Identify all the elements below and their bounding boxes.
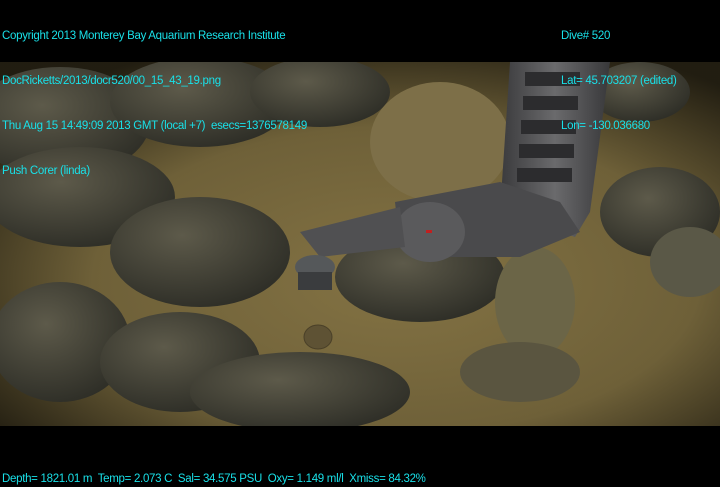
datetime: Thu Aug 15 14:49:09 2013 GMT (local +7) …: [2, 120, 307, 132]
sensor-readout: Depth= 1821.01 m Temp= 2.073 C Sal= 34.5…: [2, 473, 426, 485]
overlay-top-right: Dive# 520 Lat= 45.703207 (edited) Lon= -…: [561, 0, 677, 149]
activity: Push Corer (linda): [2, 165, 90, 177]
core-hole: [303, 324, 333, 350]
copyright-text: Copyright 2013 Monterey Bay Aquarium Res…: [2, 30, 286, 42]
latitude: Lat= 45.703207 (edited): [561, 75, 677, 87]
file-path: DocRicketts/2013/docr520/00_15_43_19.png: [2, 75, 221, 87]
dive-number: Dive# 520: [561, 30, 611, 42]
overlay-top-left: Copyright 2013 Monterey Bay Aquarium Res…: [2, 0, 307, 194]
longitude: Lon= -130.036680: [561, 120, 650, 132]
